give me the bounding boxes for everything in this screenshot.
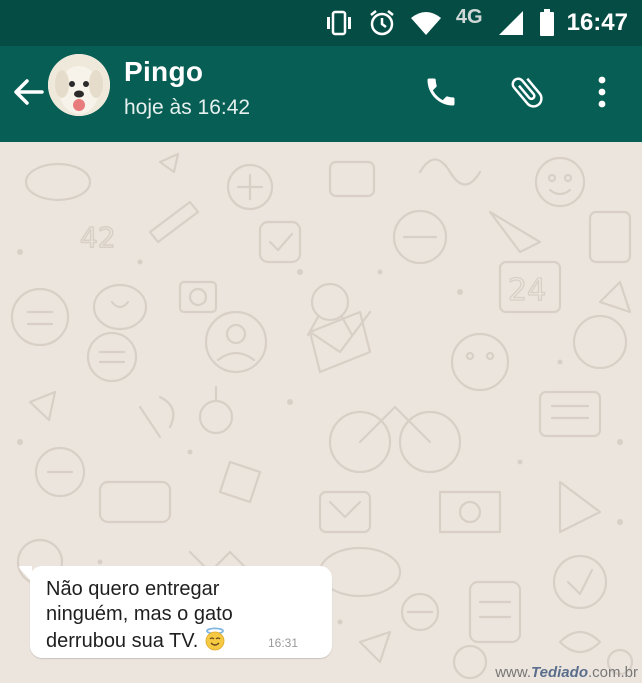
last-seen: hoje às 16:42 [124,96,251,119]
message-text: derrubou sua TV. [46,630,199,652]
message-text-line: Não quero entregar [46,578,220,600]
svg-text:24: 24 [508,273,546,308]
message-text-line: ninguém, mas o gato [46,603,233,625]
back-arrow-icon [12,78,44,111]
chat-header: Pingo hoje às 16:42 [0,46,642,142]
back-button[interactable] [8,74,48,114]
call-button[interactable] [419,72,463,116]
watermark-brand: Tediado [531,664,588,681]
bubble-tail [19,566,32,582]
message-bubble-incoming[interactable]: Não quero entregar ninguém, mas o gato d… [19,566,332,658]
wifi-icon [410,10,442,36]
contact-name[interactable]: Pingo [124,56,203,88]
more-vert-icon [596,75,608,114]
alarm-icon [368,9,396,37]
vibrate-icon [324,10,354,36]
signal-icon [497,10,525,36]
paperclip-icon [507,72,547,117]
chat-area[interactable]: 42 24 Não quero entregar ninguém, mas o … [0,142,642,683]
message-timestamp: 16:31 [267,636,298,650]
avatar[interactable] [48,54,110,116]
watermark: www.Tediado.com.br [495,664,638,681]
watermark-suffix: .com.br [587,664,638,681]
network-type: 4G [455,5,483,28]
svg-text:42: 42 [80,221,116,254]
status-bar: 4G 16:47 [0,0,642,46]
battery-icon [539,9,555,37]
phone-icon [423,74,459,115]
attach-button[interactable] [505,72,549,116]
status-time: 16:47 [566,9,628,36]
more-options-button[interactable] [580,72,624,116]
smiling-face-with-halo-icon [204,627,226,658]
watermark-prefix: www. [495,664,532,681]
